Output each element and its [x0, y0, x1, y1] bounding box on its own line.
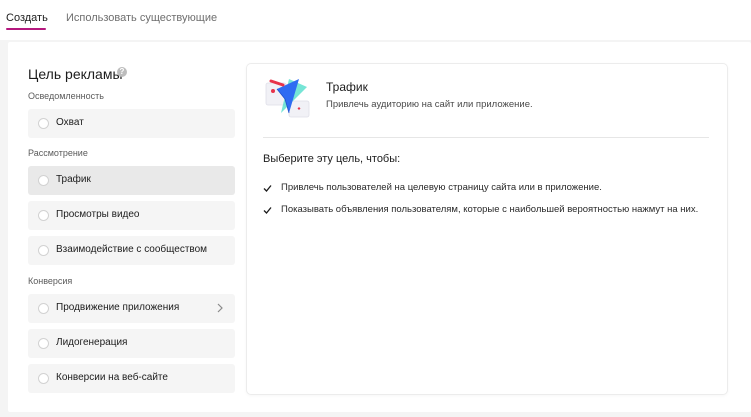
option-website-conversions[interactable]: Конверсии на веб-сайте	[28, 364, 235, 393]
detail-description: Привлечь аудиторию на сайт или приложени…	[326, 99, 533, 110]
chevron-right-icon	[217, 303, 223, 313]
option-app-promotion[interactable]: Продвижение приложения	[28, 294, 235, 323]
radio-icon	[38, 118, 49, 129]
tab-create[interactable]: Создать	[6, 12, 48, 24]
tab-use-existing[interactable]: Использовать существующие	[66, 12, 217, 24]
goal-item: Показывать объявления пользователям, кот…	[281, 204, 699, 215]
radio-icon	[38, 245, 49, 256]
option-label: Просмотры видео	[56, 209, 140, 220]
checkmark-icon	[263, 185, 272, 192]
option-lead-generation[interactable]: Лидогенерация	[28, 329, 235, 358]
section-label-conversion: Конверсия	[28, 276, 73, 286]
objective-detail-card	[247, 64, 727, 394]
section-label-consideration: Рассмотрение	[28, 148, 88, 158]
option-reach[interactable]: Охват	[28, 109, 235, 138]
option-label: Продвижение приложения	[56, 302, 180, 313]
radio-icon	[38, 303, 49, 314]
radio-icon	[38, 338, 49, 349]
option-video-views[interactable]: Просмотры видео	[28, 201, 235, 230]
tab-bar: Создать Использовать существующие	[0, 0, 751, 40]
option-label: Лидогенерация	[56, 337, 128, 348]
option-community-engagement[interactable]: Взаимодействие с сообществом	[28, 236, 235, 265]
traffic-illustration-icon	[265, 79, 310, 118]
section-label-awareness: Осведомленность	[28, 91, 104, 101]
goals-heading: Выберите эту цель, чтобы:	[263, 153, 401, 165]
active-tab-indicator	[6, 28, 46, 30]
option-label: Трафик	[56, 174, 91, 185]
detail-title: Трафик	[326, 80, 368, 94]
divider	[263, 137, 709, 138]
radio-icon	[38, 373, 49, 384]
radio-icon	[38, 210, 49, 221]
objective-title: Цель рекламы	[28, 66, 123, 82]
checkmark-icon	[263, 207, 272, 214]
goal-item: Привлечь пользователей на целевую страни…	[281, 182, 602, 193]
option-label: Взаимодействие с сообществом	[56, 244, 208, 255]
help-icon[interactable]: ?	[117, 67, 127, 77]
option-label: Конверсии на веб-сайте	[56, 372, 168, 383]
option-traffic[interactable]: Трафик	[28, 166, 235, 195]
radio-icon	[38, 175, 49, 186]
option-label: Охват	[56, 117, 84, 128]
